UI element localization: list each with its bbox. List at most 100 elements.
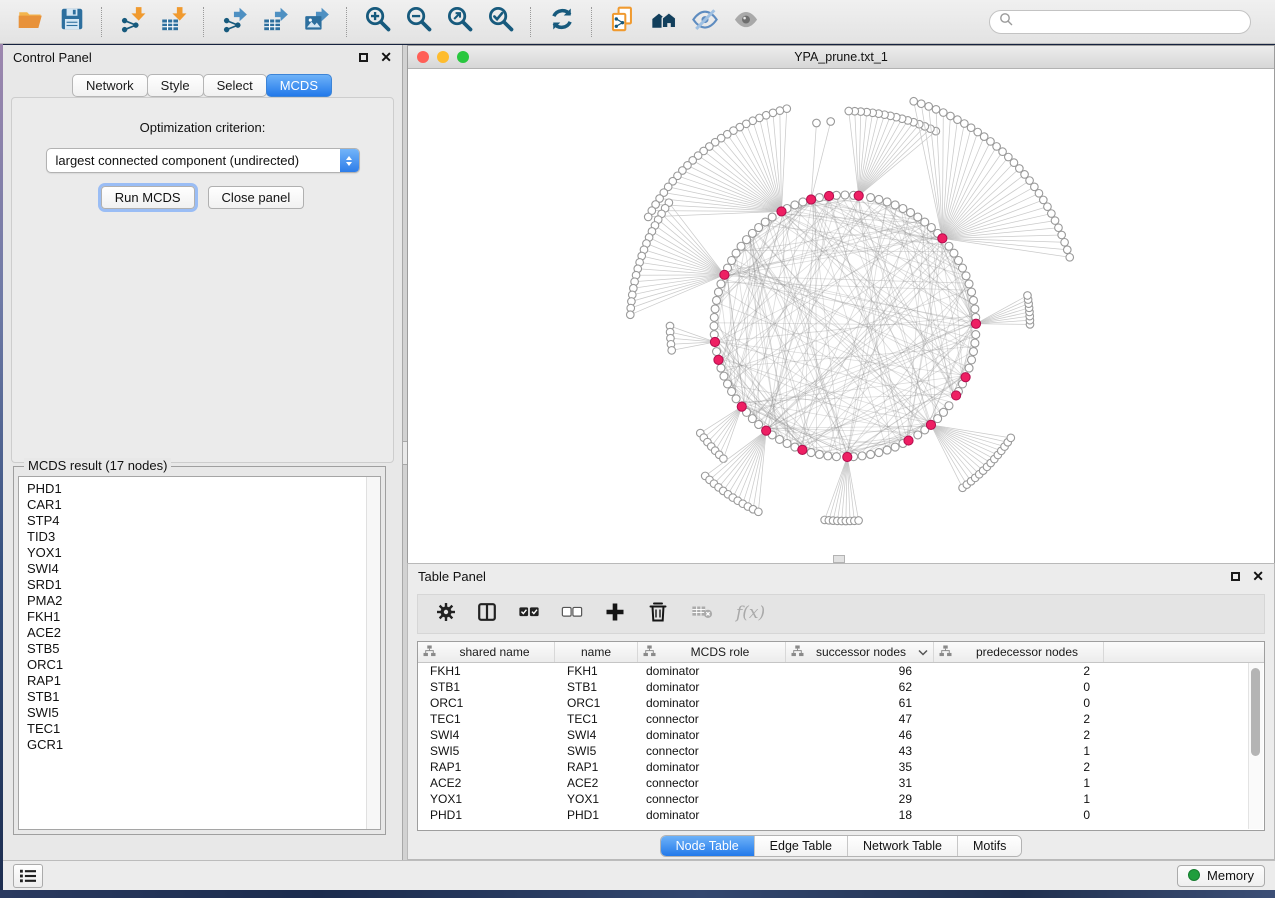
table-row[interactable]: ACE2ACE2connector311 (418, 775, 1264, 791)
graph-node[interactable] (824, 452, 832, 460)
table-row[interactable]: YOX1YOX1connector291 (418, 791, 1264, 807)
result-list-scrollbar[interactable] (366, 477, 380, 829)
graph-node[interactable] (783, 439, 791, 447)
graph-leaf-node[interactable] (1048, 210, 1056, 218)
graph-leaf-node[interactable] (910, 97, 918, 105)
graph-node[interactable] (934, 415, 942, 423)
graph-node[interactable] (710, 313, 718, 321)
table-row[interactable]: RAP1RAP1dominator352 (418, 759, 1264, 775)
graph-node[interactable] (832, 453, 840, 461)
graph-leaf-node[interactable] (1024, 292, 1032, 300)
graph-node[interactable] (724, 380, 732, 388)
graph-node[interactable] (962, 272, 970, 280)
graph-mcds-node[interactable] (938, 234, 947, 243)
show-all-button[interactable] (725, 3, 766, 41)
column-header-shared-name[interactable]: shared name (418, 642, 555, 662)
graph-node[interactable] (768, 213, 776, 221)
zoom-selected-button[interactable] (480, 3, 521, 41)
mcds-result-item[interactable]: SWI5 (19, 705, 380, 721)
graph-leaf-node[interactable] (755, 508, 763, 516)
graph-leaf-node[interactable] (1058, 231, 1066, 239)
mcds-result-item[interactable]: STB1 (19, 689, 380, 705)
graph-node[interactable] (717, 280, 725, 288)
zoom-fit-button[interactable] (439, 3, 480, 41)
graph-leaf-node[interactable] (967, 124, 975, 132)
graph-mcds-node[interactable] (843, 452, 852, 461)
mcds-result-item[interactable]: YOX1 (19, 545, 380, 561)
graph-node[interactable] (939, 408, 947, 416)
mcds-result-item[interactable]: TID3 (19, 529, 380, 545)
column-header-MCDS-role[interactable]: MCDS role (638, 642, 786, 662)
graph-node[interactable] (921, 218, 929, 226)
mcds-result-item[interactable]: GCR1 (19, 737, 380, 753)
show-task-history-button[interactable] (13, 864, 43, 888)
graph-node[interactable] (971, 339, 979, 347)
graph-node[interactable] (891, 443, 899, 451)
graph-mcds-node[interactable] (714, 355, 723, 364)
optimization-criterion-select[interactable]: largest connected component (undirected) (46, 148, 360, 173)
graph-node[interactable] (815, 450, 823, 458)
graph-leaf-node[interactable] (925, 103, 933, 111)
graph-node[interactable] (958, 264, 966, 272)
open-file-button[interactable] (10, 3, 51, 41)
tab-network[interactable]: Network (72, 74, 148, 97)
graph-node[interactable] (755, 420, 763, 428)
graph-leaf-node[interactable] (1007, 434, 1015, 442)
graph-node[interactable] (728, 257, 736, 265)
network-graph[interactable] (408, 69, 1274, 563)
graph-leaf-node[interactable] (1066, 253, 1074, 261)
graph-leaf-node[interactable] (1051, 217, 1059, 225)
graph-leaf-node[interactable] (1044, 203, 1052, 211)
graph-node[interactable] (748, 229, 756, 237)
graph-node[interactable] (914, 213, 922, 221)
settings-gear-button[interactable] (435, 601, 457, 628)
tab-edge-table[interactable]: Edge Table (755, 836, 848, 856)
network-file-button[interactable] (602, 3, 643, 41)
mcds-result-list[interactable]: PHD1CAR1STP4TID3YOX1SWI4SRD1PMA2FKH1ACE2… (18, 476, 381, 830)
graph-leaf-node[interactable] (855, 517, 863, 525)
mcds-result-item[interactable]: ACE2 (19, 625, 380, 641)
import-table-button[interactable] (153, 3, 194, 41)
column-layout-button[interactable] (476, 601, 498, 628)
tab-motifs[interactable]: Motifs (958, 836, 1021, 856)
graph-node[interactable] (883, 198, 891, 206)
close-panel-icon[interactable]: ✕ (380, 50, 392, 64)
tab-style[interactable]: Style (147, 74, 204, 97)
graph-leaf-node[interactable] (932, 106, 940, 114)
graph-leaf-node[interactable] (668, 347, 676, 355)
export-image-button[interactable] (296, 3, 337, 41)
table-row[interactable]: STB1STB1dominator620 (418, 679, 1264, 695)
graph-node[interactable] (867, 194, 875, 202)
graph-leaf-node[interactable] (939, 109, 947, 117)
window-close-traffic-light[interactable] (417, 51, 429, 63)
table-row[interactable]: SWI5SWI5connector431 (418, 743, 1264, 759)
graph-node[interactable] (720, 372, 728, 380)
graph-node[interactable] (875, 195, 883, 203)
graph-node[interactable] (914, 431, 922, 439)
graph-node[interactable] (732, 395, 740, 403)
table-row[interactable]: FKH1FKH1dominator962 (418, 663, 1264, 679)
graph-node[interactable] (945, 242, 953, 250)
graph-leaf-node[interactable] (1063, 246, 1071, 254)
graph-node[interactable] (743, 236, 751, 244)
graph-node[interactable] (972, 331, 980, 339)
graph-node[interactable] (711, 305, 719, 313)
graph-node[interactable] (899, 205, 907, 213)
close-panel-button[interactable]: Close panel (208, 186, 305, 209)
float-panel-icon[interactable] (359, 53, 368, 62)
graph-node[interactable] (945, 402, 953, 410)
graph-node[interactable] (969, 348, 977, 356)
mcds-result-item[interactable]: TEC1 (19, 721, 380, 737)
table-scrollbar-thumb[interactable] (1251, 668, 1260, 756)
mcds-result-item[interactable]: SWI4 (19, 561, 380, 577)
graph-mcds-node[interactable] (777, 207, 786, 216)
table-row[interactable]: TEC1TEC1connector472 (418, 711, 1264, 727)
graph-node[interactable] (867, 450, 875, 458)
graph-mcds-node[interactable] (971, 319, 980, 328)
graph-node[interactable] (971, 305, 979, 313)
window-zoom-traffic-light[interactable] (457, 51, 469, 63)
run-mcds-button[interactable]: Run MCDS (101, 186, 195, 209)
graph-node[interactable] (841, 191, 849, 199)
tab-network-table[interactable]: Network Table (848, 836, 958, 856)
graph-mcds-node[interactable] (720, 270, 729, 279)
